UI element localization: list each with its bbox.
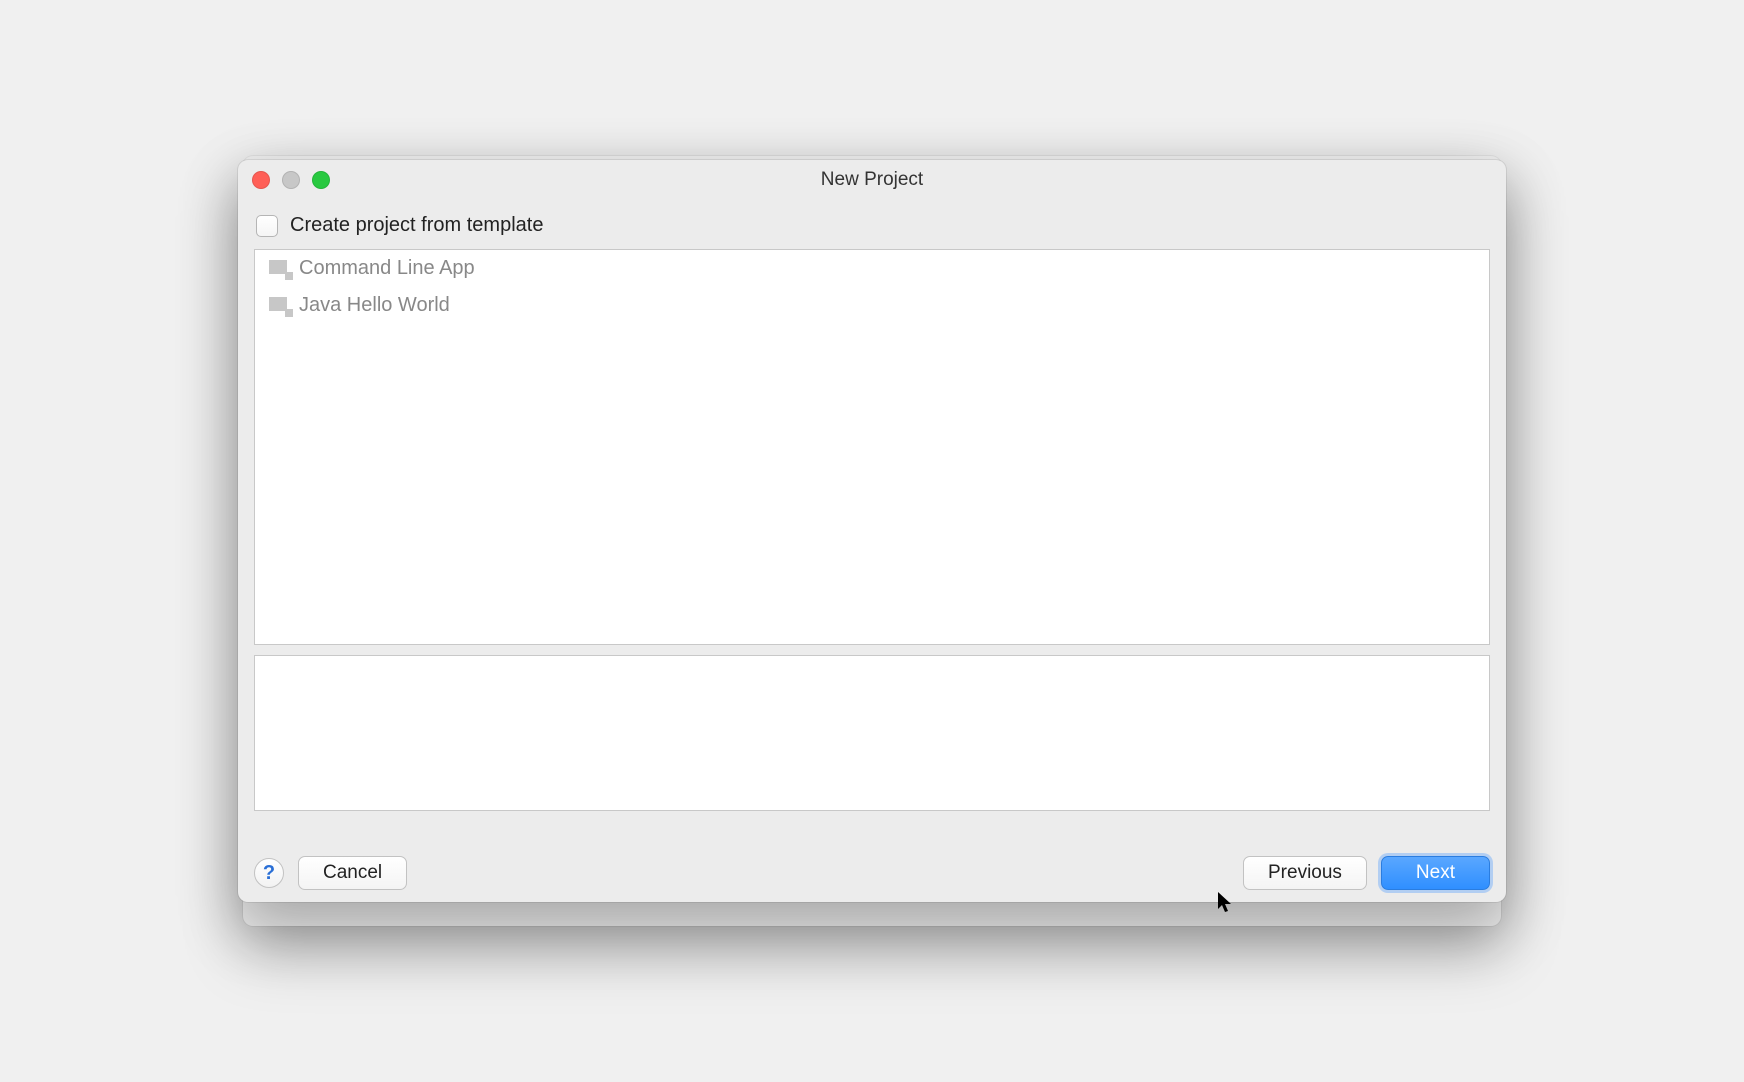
titlebar: New Project (238, 160, 1506, 200)
next-button[interactable]: Next (1381, 856, 1490, 890)
dialog-content: Create project from template Command Lin… (238, 200, 1506, 842)
previous-button[interactable]: Previous (1243, 856, 1367, 890)
template-description-panel (254, 655, 1490, 811)
template-item-label: Java Hello World (299, 294, 450, 317)
help-button[interactable]: ? (254, 858, 284, 888)
create-from-template-row: Create project from template (254, 210, 1490, 249)
template-item-label: Command Line App (299, 257, 475, 280)
create-from-template-label: Create project from template (290, 214, 543, 237)
cancel-button[interactable]: Cancel (298, 856, 407, 890)
button-label: Previous (1268, 862, 1342, 884)
close-window-button[interactable] (252, 171, 270, 189)
help-icon: ? (263, 862, 275, 885)
new-project-dialog: New Project Create project from template… (238, 160, 1506, 902)
folder-icon (269, 260, 291, 278)
folder-icon (269, 297, 291, 315)
list-item[interactable]: Command Line App (255, 250, 1489, 287)
list-item[interactable]: Java Hello World (255, 287, 1489, 324)
button-bar: ? Cancel Previous Next (238, 842, 1506, 902)
maximize-window-button[interactable] (312, 171, 330, 189)
dialog-title: New Project (238, 169, 1506, 191)
template-list[interactable]: Command Line App Java Hello World (254, 249, 1490, 645)
minimize-window-button[interactable] (282, 171, 300, 189)
create-from-template-checkbox[interactable] (256, 215, 278, 237)
window-controls (252, 171, 330, 189)
button-label: Cancel (323, 862, 382, 884)
button-label: Next (1416, 862, 1455, 884)
